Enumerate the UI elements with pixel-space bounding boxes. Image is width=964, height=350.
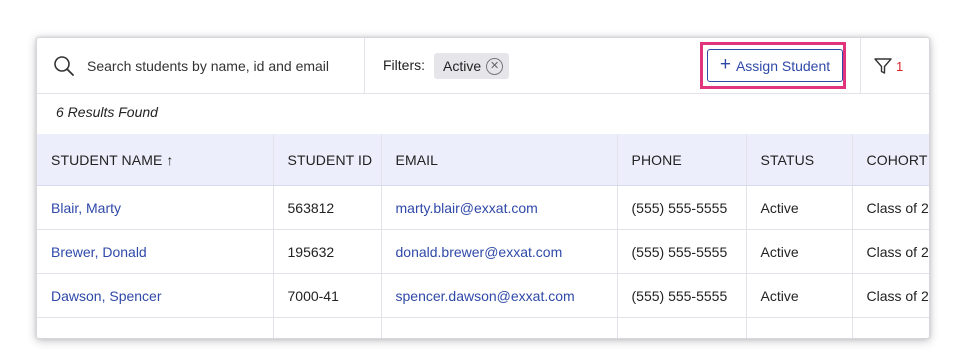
status-cell: Active: [746, 185, 853, 230]
phone-cell: (555) 555-5555: [617, 273, 747, 318]
student-id-cell: 7000-41: [273, 273, 382, 318]
column-header-status[interactable]: STATUS: [746, 134, 853, 186]
search-box[interactable]: [37, 38, 365, 93]
email-link[interactable]: donald.brewer@exxat.com: [381, 229, 618, 274]
table-row[interactable]: Brewer, Donald 195632 donald.brewer@exxa…: [37, 229, 929, 274]
table-header-row: STUDENT NAME ↑ STUDENT ID EMAIL PHONE STA…: [37, 134, 929, 186]
active-filter-count: 1: [896, 58, 904, 74]
student-name-link[interactable]: Blair, Marty: [37, 185, 274, 230]
results-count: 6 Results Found: [56, 104, 158, 120]
phone-cell: (555) 555-5555: [617, 229, 747, 274]
plus-icon: +: [719, 54, 731, 75]
table-row[interactable]: Blair, Marty 563812 marty.blair@exxat.co…: [37, 185, 929, 230]
table-row[interactable]: [37, 317, 929, 338]
column-header-student-id[interactable]: STUDENT ID: [273, 134, 382, 186]
student-name-link[interactable]: Brewer, Donald: [37, 229, 274, 274]
filter-button[interactable]: 1: [873, 55, 903, 77]
students-table: STUDENT NAME ↑ STUDENT ID EMAIL PHONE STA…: [37, 134, 929, 338]
email-link[interactable]: marty.blair@exxat.com: [381, 185, 618, 230]
column-header-student-name[interactable]: STUDENT NAME ↑: [37, 134, 274, 186]
student-id-cell: 195632: [273, 229, 382, 274]
cohort-cell: Class of 20: [852, 229, 929, 274]
assign-student-label: Assign Student: [735, 57, 831, 74]
table-row[interactable]: Dawson, Spencer 7000-41 spencer.dawson@e…: [37, 273, 929, 318]
cohort-cell: Class of 20: [852, 185, 929, 230]
toolbar: Filters: Active ✕ + Assign Student 1: [37, 38, 929, 94]
divider: [860, 38, 861, 93]
column-header-cohort[interactable]: COHORT: [852, 134, 929, 186]
search-icon: [54, 56, 74, 76]
student-id-cell: 563812: [273, 185, 382, 230]
search-input[interactable]: [87, 55, 357, 77]
cohort-cell: Class of 20: [852, 273, 929, 318]
arrow-up-icon[interactable]: ↑: [166, 152, 173, 168]
column-header-email[interactable]: EMAIL: [381, 134, 618, 186]
column-header-phone[interactable]: PHONE: [617, 134, 747, 186]
filters-label: Filters:: [383, 57, 425, 73]
close-circle-icon[interactable]: ✕: [486, 57, 504, 75]
filter-chip-active[interactable]: Active ✕: [434, 53, 510, 79]
students-panel: Filters: Active ✕ + Assign Student 1 6 R…: [36, 37, 930, 339]
status-cell: Active: [746, 229, 853, 274]
filter-chip-label: Active: [443, 58, 482, 74]
email-link[interactable]: spencer.dawson@exxat.com: [381, 273, 618, 318]
assign-student-button[interactable]: + Assign Student: [707, 49, 843, 82]
student-name-link[interactable]: Dawson, Spencer: [37, 273, 274, 318]
phone-cell: (555) 555-5555: [617, 185, 747, 230]
filter-icon: [874, 58, 892, 74]
status-cell: Active: [746, 273, 853, 318]
